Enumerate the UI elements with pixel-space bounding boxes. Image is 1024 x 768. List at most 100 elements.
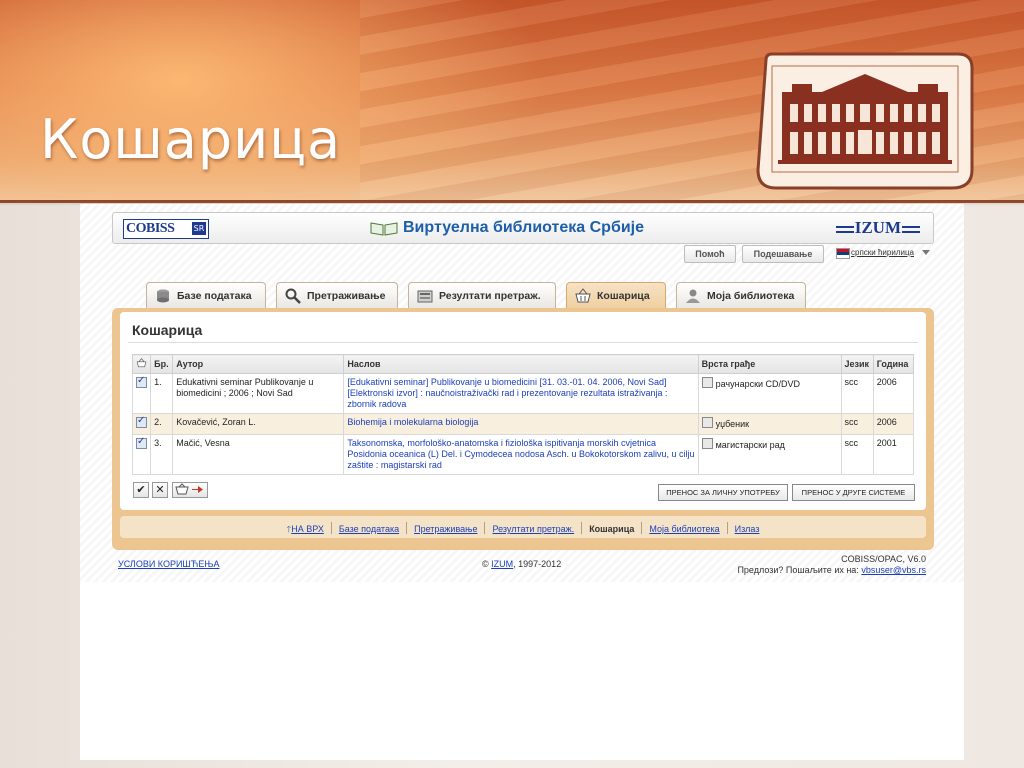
nav-current-basket: Кошарица xyxy=(589,524,635,534)
column-header: Наслов xyxy=(343,354,699,374)
row-language: scc xyxy=(840,413,874,435)
site-header: COBISS SR Виртуелна библиотека Србије IZ… xyxy=(112,212,934,244)
row-author: Kovačević, Zoran L. xyxy=(172,413,345,435)
row-year: 2006 xyxy=(872,413,915,435)
nav-my-library-link[interactable]: Моја библиотека xyxy=(649,524,719,534)
panel-title: Кошарица xyxy=(132,322,203,338)
material-type-label: уџбеник xyxy=(715,419,750,429)
textbook-icon xyxy=(701,417,713,428)
magnifier-icon xyxy=(285,288,301,304)
email-link[interactable]: vbsuser@vbs.rs xyxy=(861,565,926,575)
select-all-button[interactable]: ✔ xyxy=(133,482,149,498)
row-title-link[interactable]: Biohemija i molekularna biologija xyxy=(343,413,699,435)
deselect-all-button[interactable]: ✕ xyxy=(152,482,168,498)
nav-top-link[interactable]: НА ВРХ xyxy=(291,524,324,534)
row-number: 3. xyxy=(150,434,174,475)
row-checkbox[interactable] xyxy=(136,415,147,428)
row-material-type: уџбеник xyxy=(697,413,842,435)
serbian-flag-icon xyxy=(836,248,850,259)
tab-label: Кошарица xyxy=(597,290,650,302)
nav-separator xyxy=(330,522,332,534)
tab-label: Базе података xyxy=(177,290,252,302)
suggestions: Предлози? Пошаљите их на: vbsuser@vbs.rs xyxy=(737,565,926,575)
opac-screenshot: COBISS SR Виртуелна библиотека Србије IZ… xyxy=(80,204,964,760)
tab-results[interactable]: Резултати претраж. xyxy=(408,282,556,309)
nav-separator xyxy=(641,522,643,534)
row-material-type: магистарски рад xyxy=(697,434,842,475)
bottom-navigation: 🡑НА ВРХ Базе података Претраживање Резултат… xyxy=(120,516,926,538)
row-title-link[interactable]: Taksonomska, morfološko-anatomska i fizi… xyxy=(343,434,699,475)
izum-logo[interactable]: IZUM xyxy=(835,218,921,238)
copyright: © IZUM, 1997-2012 xyxy=(482,559,561,569)
izum-link[interactable]: IZUM xyxy=(491,559,513,569)
tab-label: Претраживање xyxy=(307,290,386,302)
cd-dvd-icon xyxy=(701,377,713,388)
nav-results-link[interactable]: Резултати претраж. xyxy=(492,524,574,534)
row-language: scc xyxy=(840,434,874,475)
tab-label: Резултати претраж. xyxy=(439,290,541,302)
cobiss-logo-suffix: SR xyxy=(192,222,206,235)
izum-lines-icon xyxy=(835,225,854,233)
results-icon xyxy=(417,290,433,303)
terms-of-use-link[interactable]: УСЛОВИ КОРИШЋЕЊА xyxy=(118,559,219,569)
column-header: Бр. xyxy=(150,354,174,374)
open-book-icon xyxy=(370,222,398,236)
table-row: 1. Edukativni seminar Publikovanje u bio… xyxy=(131,373,915,414)
library-building-emblem xyxy=(756,52,974,190)
nav-links: 🡑НА ВРХ Базе података Претраживање Резултат… xyxy=(120,522,926,538)
user-icon xyxy=(686,289,700,303)
copyright-years: , 1997-2012 xyxy=(513,559,562,569)
select-all-basket-icon[interactable] xyxy=(131,354,152,374)
row-number: 2. xyxy=(150,413,174,435)
table-header-row: Бр. Аутор Наслов Врста грађе Језик Годин… xyxy=(131,354,915,374)
izum-lines-icon xyxy=(902,225,920,233)
chevron-down-icon[interactable] xyxy=(922,250,930,255)
basket-remove-icon xyxy=(175,483,203,495)
row-checkbox[interactable] xyxy=(136,375,147,388)
column-header: Аутор xyxy=(172,354,345,374)
remove-from-basket-button[interactable] xyxy=(172,482,208,498)
table-row: 3. Mačić, Vesna Taksonomska, morfološko-… xyxy=(131,434,915,475)
tab-my-library[interactable]: Моја библиотека xyxy=(676,282,806,309)
row-year: 2006 xyxy=(872,373,915,414)
transfer-other-systems-button[interactable]: ПРЕНОС У ДРУГЕ СИСТЕМЕ xyxy=(792,484,915,501)
tab-databases[interactable]: Базе података xyxy=(146,282,266,309)
column-header: Врста грађе xyxy=(697,354,842,374)
material-type-label: магистарски рад xyxy=(715,440,785,450)
nav-separator xyxy=(406,522,408,534)
settings-button[interactable]: Подешавање xyxy=(742,245,824,263)
material-type-label: рачунарски CD/DVD xyxy=(715,379,801,389)
nav-separator xyxy=(726,522,728,534)
language-selector[interactable]: српски ћирилица xyxy=(851,248,914,257)
transfer-personal-button[interactable]: ПРЕНОС ЗА ЛИЧНУ УПОТРЕБУ xyxy=(658,484,788,501)
basket-table: Бр. Аутор Наслов Врста грађе Језик Годин… xyxy=(131,354,915,475)
nav-databases-link[interactable]: Базе података xyxy=(339,524,399,534)
tab-search[interactable]: Претраживање xyxy=(276,282,398,309)
row-checkbox[interactable] xyxy=(136,436,147,449)
column-header: Језик xyxy=(840,354,874,374)
row-number: 1. xyxy=(150,373,174,414)
basket-icon xyxy=(575,288,591,303)
row-title-link[interactable]: [Edukativni seminar] Publikovanje u biom… xyxy=(343,373,699,414)
tab-label: Моја библиотека xyxy=(707,290,795,302)
check-icon: ✔ xyxy=(136,483,146,496)
table-row: 2. Kovačević, Zoran L. Biohemija i molek… xyxy=(131,413,915,435)
app-title: Виртуелна библиотека Србије xyxy=(403,219,644,236)
row-author: Mačić, Vesna xyxy=(172,434,345,475)
nav-separator xyxy=(581,522,583,534)
nav-search-link[interactable]: Претраживање xyxy=(414,524,477,534)
row-material-type: рачунарски CD/DVD xyxy=(697,373,842,414)
nav-separator xyxy=(484,522,486,534)
cobiss-logo[interactable]: COBISS SR xyxy=(123,219,209,239)
izum-logo-text: IZUM xyxy=(854,218,901,237)
suggestions-text: Предлози? Пошаљите их на: xyxy=(737,565,859,575)
tab-basket[interactable]: Кошарица xyxy=(566,282,666,309)
row-language: scc xyxy=(840,373,874,414)
column-header: Година xyxy=(872,354,915,374)
nav-exit-link[interactable]: Излаз xyxy=(735,524,760,534)
copyright-symbol: © xyxy=(482,559,489,569)
help-button[interactable]: Помоћ xyxy=(684,245,736,263)
thesis-icon xyxy=(701,438,713,449)
cobiss-logo-text: COBISS xyxy=(126,221,175,236)
row-author: Edukativni seminar Publikovanje u biomed… xyxy=(172,373,345,414)
